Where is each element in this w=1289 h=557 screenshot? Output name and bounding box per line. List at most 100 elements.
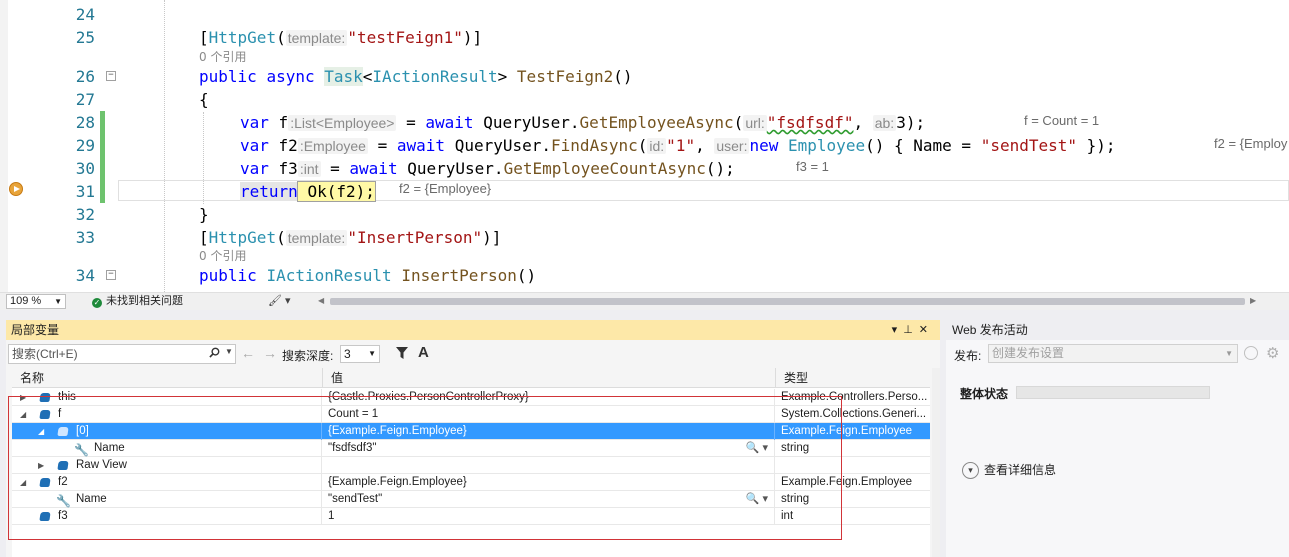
issues-indicator[interactable]: ✓ 未找到相关问题 (92, 295, 183, 308)
column-header-type[interactable]: 类型 (776, 368, 930, 388)
value-cell[interactable]: {Castle.Proxies.PersonControllerProxy} (323, 389, 775, 406)
value-cell[interactable]: {Example.Feign.Employee} (323, 423, 775, 440)
publish-profile-select[interactable]: 创建发布设置 ▼ (988, 344, 1238, 363)
value-cell[interactable]: 1 (323, 508, 775, 525)
line-number: 30 (75, 159, 95, 178)
search-box[interactable]: ▼ (8, 344, 236, 364)
code-line[interactable]: 24 (0, 3, 1289, 26)
search-icon[interactable] (209, 347, 220, 358)
code-line[interactable]: 28 var f:List<Employee> = await QueryUse… (0, 111, 1289, 134)
inline-value-tip[interactable]: f3 = 1 (796, 157, 829, 176)
code-line[interactable]: 27 { (0, 88, 1289, 111)
text-visualizer-icon[interactable]: 🔍 ▾ (746, 440, 768, 457)
code-line[interactable]: 30 var f3:int = await QueryUser.GetEmplo… (0, 157, 1289, 180)
code-text[interactable]: var f2:Employee = await QueryUser.FindAs… (240, 134, 1116, 158)
table-row[interactable]: ▶ Raw View (12, 457, 930, 474)
view-details-link[interactable]: ▾ 查看详细信息 (962, 461, 1056, 480)
forward-arrow-icon[interactable]: → (263, 345, 277, 361)
line-number: 26 (75, 67, 95, 86)
locals-grid[interactable]: 名称 值 类型 ▶ this {Castle.Proxies.PersonCon… (12, 368, 930, 557)
column-header-name[interactable]: 名称 (12, 368, 323, 388)
table-row[interactable]: 🔧 Name "fsdfsdf3" 🔍 ▾ string (12, 440, 930, 457)
expand-icon[interactable]: ▶ (38, 457, 44, 474)
inline-value-tip[interactable]: f2 = {Employ (1214, 134, 1287, 153)
vertical-scrollbar[interactable] (932, 368, 940, 557)
table-row[interactable]: ◢ f Count = 1 System.Collections.Generi.… (12, 406, 930, 423)
code-editor[interactable]: 24 25 [HttpGet(template: "testFeign1")] 0… (0, 0, 1289, 292)
value-cell[interactable]: "fsdfsdf3" 🔍 ▾ (323, 440, 775, 457)
search-depth-label: 搜索深度: (282, 349, 334, 363)
back-arrow-icon[interactable]: ← (241, 345, 255, 361)
line-number: 28 (75, 113, 95, 132)
scroll-right-icon[interactable]: ▶ (1250, 296, 1256, 305)
code-text[interactable]: [HttpGet(template: "testFeign1")] (199, 26, 482, 50)
code-line[interactable]: 34 − public IActionResult InsertPerson() (0, 264, 1289, 287)
name-cell: ◢ f2 (12, 474, 322, 491)
code-text[interactable]: var f:List<Employee> = await QueryUser.G… (240, 111, 925, 135)
table-row[interactable]: ▶ this {Castle.Proxies.PersonControllerP… (12, 389, 930, 406)
code-line-current[interactable]: 31 return Ok(f2); f2 = {Employee} (0, 180, 1289, 203)
variable-name: f3 (58, 510, 68, 522)
publish-title-bar[interactable]: Web 发布活动 (946, 320, 1289, 340)
collapse-icon[interactable]: − (106, 270, 116, 280)
inlay-hint: user: (714, 138, 750, 154)
collapse-icon[interactable]: ◢ (20, 474, 26, 491)
close-icon[interactable]: ✕ (919, 324, 934, 336)
search-depth-select[interactable]: 3 ▼ (340, 345, 380, 363)
value-cell[interactable]: Count = 1 (323, 406, 775, 423)
code-line[interactable]: 25 [HttpGet(template: "testFeign1")] (0, 26, 1289, 49)
code-line[interactable]: 33 [HttpGet(template: "InsertPerson")] (0, 226, 1289, 249)
dropdown-icon[interactable]: ▾ (892, 324, 904, 336)
current-statement: Ok(f2); (296, 181, 376, 202)
code-text[interactable]: public IActionResult InsertPerson() (199, 264, 536, 287)
code-text[interactable]: return Ok(f2); (240, 180, 376, 203)
code-line[interactable]: 32 } (0, 203, 1289, 226)
horizontal-scrollbar[interactable] (330, 298, 1245, 305)
chevron-down-icon[interactable]: ▼ (225, 347, 233, 356)
name-cell: ▶ this (12, 389, 322, 406)
inlay-hint: :int (297, 161, 321, 177)
gear-icon[interactable]: ⚙ (1266, 344, 1279, 362)
text-visualizer-icon[interactable]: 🔍 ▾ (746, 491, 768, 508)
inline-value-tip[interactable]: f2 = {Employee} (399, 180, 491, 197)
value-cell[interactable] (323, 457, 775, 474)
scroll-left-icon[interactable]: ◀ (318, 296, 324, 305)
object-icon (39, 410, 51, 419)
code-text[interactable]: } (199, 203, 209, 226)
font-icon[interactable]: A (418, 344, 429, 361)
method-name: TestFeign2 (516, 67, 614, 86)
collapse-icon[interactable]: ◢ (38, 423, 44, 440)
collapse-icon[interactable]: − (106, 71, 116, 81)
value-cell[interactable]: {Example.Feign.Employee} (323, 474, 775, 491)
zoom-select[interactable]: 109 % ▼ (6, 294, 66, 309)
inline-value-tip[interactable]: f = Count = 1 (1024, 111, 1099, 130)
table-row[interactable]: 🔧 Name "sendTest" 🔍 ▾ string (12, 491, 930, 508)
cancel-icon[interactable] (1244, 346, 1258, 360)
filter-icon[interactable] (396, 347, 408, 359)
code-text[interactable]: public async Task<IActionResult> TestFei… (199, 65, 633, 88)
code-line[interactable]: 26 − public async Task<IActionResult> Te… (0, 65, 1289, 88)
table-row[interactable]: ◢ f2 {Example.Feign.Employee} Example.Fe… (12, 474, 930, 491)
code-cleanup-icon[interactable]: 🖌 ▾ (268, 294, 291, 307)
string-literal: "sendTest" (980, 136, 1078, 155)
code-line[interactable]: 29 var f2:Employee = await QueryUser.Fin… (0, 134, 1289, 157)
code-text[interactable]: var f3:int = await QueryUser.GetEmployee… (240, 157, 735, 181)
variable-name: f2 (58, 476, 68, 488)
code-text[interactable]: { (199, 88, 209, 111)
pin-icon[interactable]: ⊥ (903, 324, 919, 336)
value-cell[interactable]: "sendTest" 🔍 ▾ (323, 491, 775, 508)
code-lens-references[interactable]: 0 个引用 (199, 49, 246, 65)
code-lens-references[interactable]: 0 个引用 (199, 248, 246, 264)
expand-icon[interactable]: ▶ (20, 389, 26, 406)
search-input[interactable] (12, 346, 202, 362)
table-row-selected[interactable]: ◢ [0] {Example.Feign.Employee} Example.F… (12, 423, 930, 440)
type-cell: string (781, 493, 810, 505)
table-row[interactable]: f3 1 int (12, 508, 930, 525)
code-text[interactable]: [HttpGet(template: "InsertPerson")] (199, 226, 501, 250)
column-header-value[interactable]: 值 (323, 368, 776, 388)
locals-title-bar[interactable]: 局部变量 ▾⊥✕ (6, 320, 940, 340)
string-literal: "fsdfsdf" (766, 113, 854, 132)
change-marker (100, 134, 105, 157)
line-number: 34 (75, 266, 95, 285)
collapse-icon[interactable]: ◢ (20, 406, 26, 423)
